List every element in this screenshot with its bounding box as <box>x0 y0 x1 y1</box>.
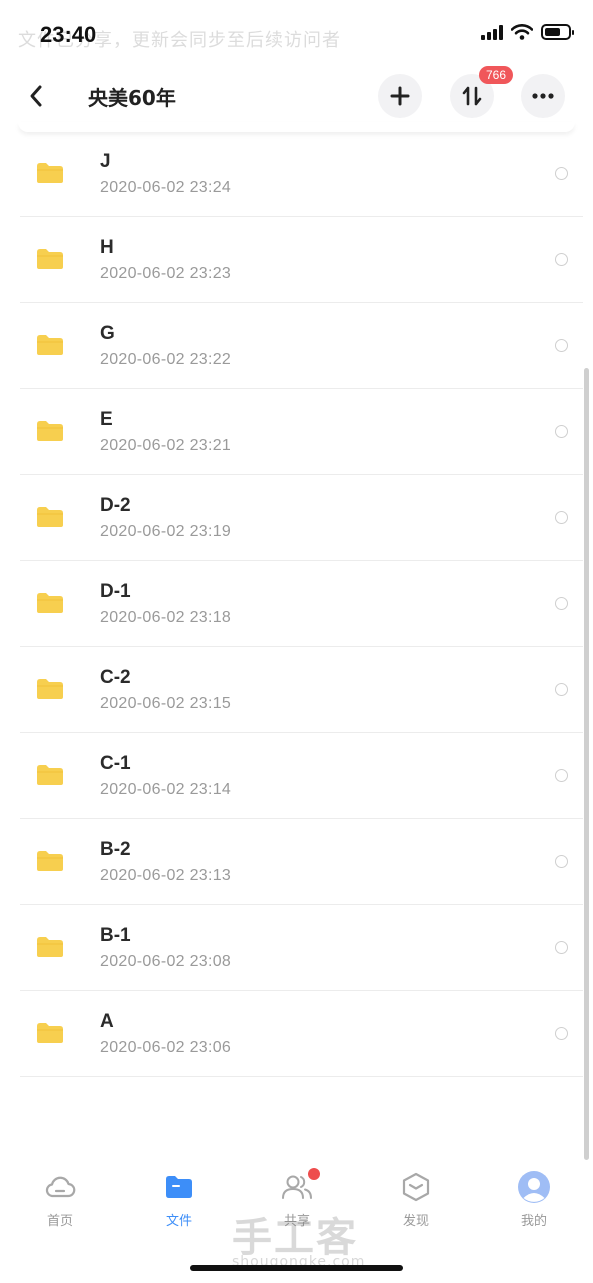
tab-home[interactable]: 首页 <box>20 1170 100 1240</box>
tab-home-label: 首页 <box>46 1214 73 1229</box>
file-date: 2020-06-02 23:06 <box>100 1039 232 1056</box>
folder-icon <box>37 1023 63 1043</box>
folder-icon <box>37 679 63 699</box>
cube-icon <box>402 1172 430 1202</box>
file-date: 2020-06-02 23:18 <box>100 609 232 626</box>
file-date: 2020-06-02 23:21 <box>100 437 232 454</box>
back-button[interactable] <box>20 80 52 112</box>
file-list: J 2020-06-02 23:24 H 2020-06-02 23:23 G … <box>0 131 593 1077</box>
add-button[interactable] <box>378 74 422 118</box>
avatar-icon <box>518 1171 550 1203</box>
file-date: 2020-06-02 23:23 <box>100 265 232 282</box>
tab-discover-label: 发现 <box>402 1214 429 1229</box>
folder-icon <box>37 765 63 785</box>
select-radio[interactable] <box>555 167 568 180</box>
file-name: B-2 <box>100 839 131 860</box>
chevron-left-icon <box>30 85 42 107</box>
list-item[interactable]: G 2020-06-02 23:22 <box>0 303 593 389</box>
file-date: 2020-06-02 23:24 <box>100 179 232 196</box>
battery-icon <box>541 24 574 40</box>
select-radio[interactable] <box>555 769 568 782</box>
list-item[interactable]: E 2020-06-02 23:21 <box>0 389 593 475</box>
folder-icon <box>37 421 63 441</box>
list-item[interactable]: C-2 2020-06-02 23:15 <box>0 647 593 733</box>
file-date: 2020-06-02 23:15 <box>100 695 232 712</box>
nav-header: 央美60年 766 <box>0 60 593 130</box>
more-button[interactable] <box>521 74 565 118</box>
file-name: J <box>100 151 111 172</box>
file-name: E <box>100 409 113 430</box>
list-item[interactable]: D-1 2020-06-02 23:18 <box>0 561 593 647</box>
tab-files[interactable]: 文件 <box>139 1170 219 1240</box>
select-radio[interactable] <box>555 597 568 610</box>
list-item[interactable]: A 2020-06-02 23:06 <box>0 991 593 1077</box>
cloud-icon <box>45 1176 76 1198</box>
list-item[interactable]: B-1 2020-06-02 23:08 <box>0 905 593 991</box>
file-date: 2020-06-02 23:14 <box>100 781 232 798</box>
tab-discover[interactable]: 发现 <box>376 1170 456 1240</box>
select-radio[interactable] <box>555 253 568 266</box>
status-icons <box>481 24 574 40</box>
file-name: G <box>100 323 115 344</box>
tab-me-label: 我的 <box>520 1214 547 1229</box>
select-radio[interactable] <box>555 855 568 868</box>
folder-icon <box>37 507 63 527</box>
folder-icon <box>37 593 63 613</box>
folder-icon <box>37 249 63 269</box>
folder-icon <box>37 163 63 183</box>
select-radio[interactable] <box>555 425 568 438</box>
home-indicator <box>190 1265 403 1271</box>
select-radio[interactable] <box>555 1027 568 1040</box>
folder-icon <box>37 851 63 871</box>
status-time: 23:40 <box>40 22 97 47</box>
status-bar: 文件已分享，更新会同步至后续访问者 23:40 <box>0 0 593 60</box>
select-radio[interactable] <box>555 683 568 696</box>
file-name: B-1 <box>100 925 131 946</box>
select-radio[interactable] <box>555 339 568 352</box>
file-name: D-2 <box>100 495 131 516</box>
file-name: H <box>100 237 114 258</box>
tab-me[interactable]: 我的 <box>494 1170 574 1240</box>
folder-icon <box>37 335 63 355</box>
notification-dot <box>308 1168 320 1180</box>
scrollbar[interactable] <box>584 368 589 1160</box>
list-item[interactable]: J 2020-06-02 23:24 <box>0 131 593 217</box>
list-item[interactable]: D-2 2020-06-02 23:19 <box>0 475 593 561</box>
list-item[interactable]: H 2020-06-02 23:23 <box>0 217 593 303</box>
select-radio[interactable] <box>555 941 568 954</box>
file-name: A <box>100 1011 114 1032</box>
list-item[interactable]: B-2 2020-06-02 23:13 <box>0 819 593 905</box>
file-name: D-1 <box>100 581 131 602</box>
file-date: 2020-06-02 23:13 <box>100 867 232 884</box>
cellular-signal-icon <box>481 24 503 40</box>
select-radio[interactable] <box>555 511 568 524</box>
file-date: 2020-06-02 23:19 <box>100 523 232 540</box>
transfer-arrows-icon <box>462 86 482 106</box>
page-title: 央美60年 <box>88 86 176 110</box>
file-date: 2020-06-02 23:22 <box>100 351 232 368</box>
plus-icon <box>390 86 410 106</box>
folder-icon <box>37 937 63 957</box>
tab-files-label: 文件 <box>165 1214 192 1229</box>
folder-tab-icon <box>166 1176 192 1198</box>
file-name: C-2 <box>100 667 131 688</box>
list-item[interactable]: C-1 2020-06-02 23:14 <box>0 733 593 819</box>
file-date: 2020-06-02 23:08 <box>100 953 232 970</box>
wifi-icon <box>511 24 533 40</box>
transfer-count-badge: 766 <box>479 66 514 84</box>
more-dots-icon <box>532 93 554 99</box>
file-name: C-1 <box>100 753 131 774</box>
